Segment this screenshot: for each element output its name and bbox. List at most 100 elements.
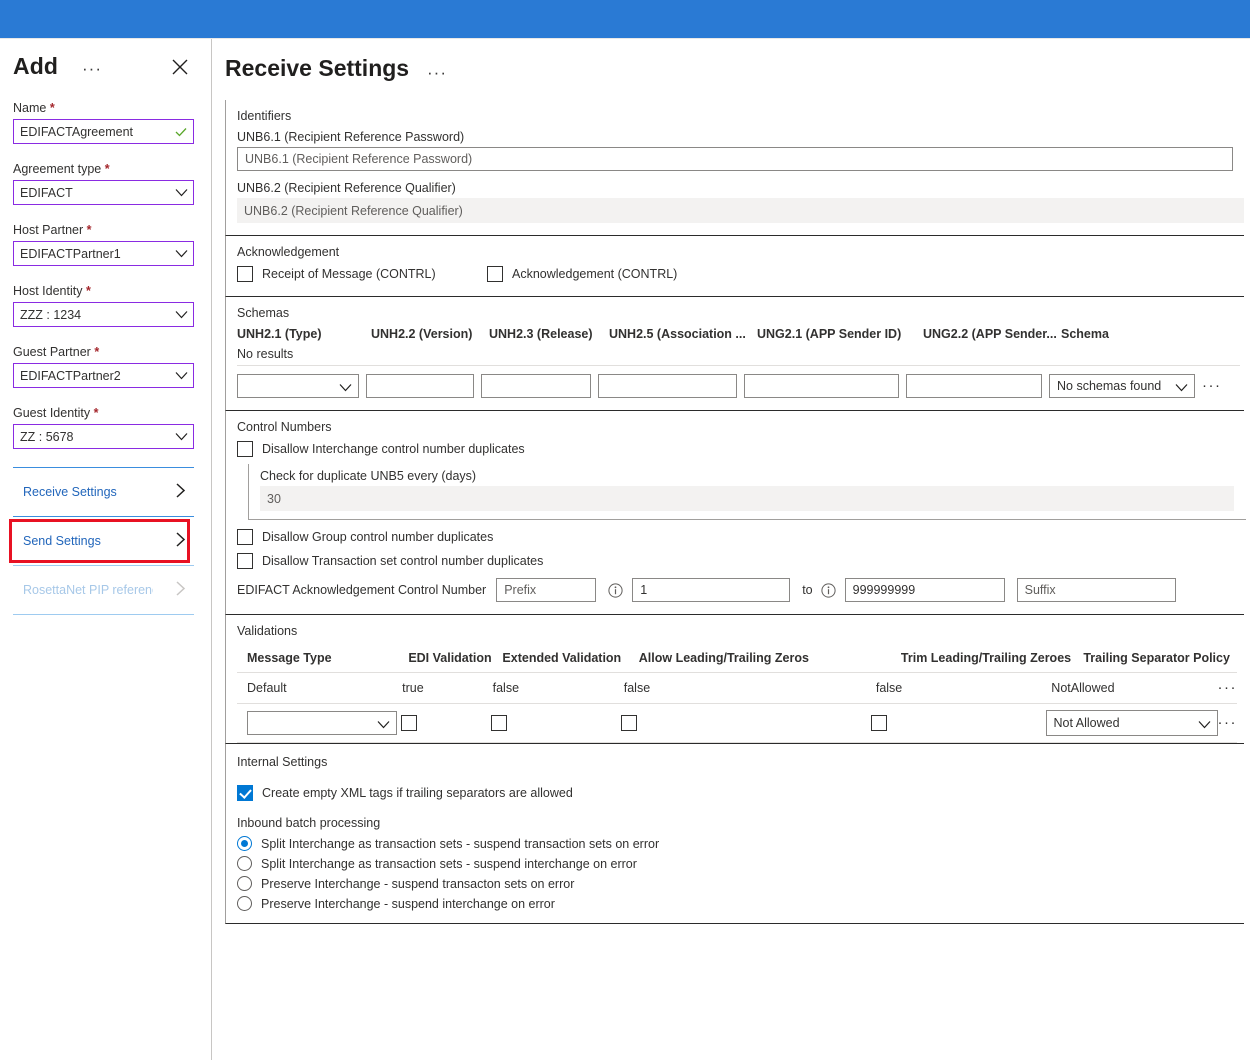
- unb61-input[interactable]: UNB6.1 (Recipient Reference Password): [237, 147, 1233, 171]
- panel-more-menu-icon[interactable]: ···: [427, 63, 447, 83]
- validations-col-edi-validation: EDI Validation: [408, 651, 492, 665]
- host-partner-select[interactable]: EDIFACTPartner1: [13, 241, 194, 266]
- chevron-down-icon: [377, 718, 390, 732]
- radio-preserve-suspend-transaction-sets[interactable]: [237, 876, 252, 891]
- label-text: Host Partner: [13, 223, 84, 237]
- chevron-right-icon: [175, 482, 186, 499]
- field-host-identity: Host Identity * ZZZ : 1234: [13, 284, 194, 327]
- unh22-input[interactable]: [366, 374, 474, 398]
- disallow-interchange-duplicates-row[interactable]: Disallow Interchange control number dupl…: [237, 441, 1244, 457]
- name-input-value: EDIFACTAgreement: [20, 124, 134, 139]
- sidebar-item-label: Send Settings: [23, 534, 101, 548]
- sidebar-item-send-settings[interactable]: Send Settings: [13, 517, 194, 565]
- ack-suffix-placeholder: Suffix: [1024, 583, 1056, 597]
- info-icon[interactable]: [821, 582, 836, 598]
- edit-extended-validation-checkbox[interactable]: [490, 715, 507, 731]
- acknowledgement-contrl-checkbox[interactable]: [487, 266, 503, 282]
- inbound-option-preserve-suspend-interchange[interactable]: Preserve Interchange - suspend interchan…: [237, 896, 1244, 911]
- validations-row-menu-icon[interactable]: ···: [1218, 680, 1238, 695]
- radio-label: Split Interchange as transaction sets - …: [261, 836, 660, 851]
- close-icon[interactable]: [170, 57, 190, 77]
- radio-split-suspend-transaction-sets[interactable]: [237, 836, 252, 851]
- create-empty-xml-tags-row[interactable]: Create empty XML tags if trailing separa…: [237, 785, 1244, 801]
- host-identity-select[interactable]: ZZZ : 1234: [13, 302, 194, 327]
- disallow-transaction-set-duplicates-label: Disallow Transaction set control number …: [262, 554, 544, 568]
- blade-more-menu-icon[interactable]: ···: [82, 59, 102, 79]
- required-marker: *: [94, 345, 100, 359]
- label-text: Guest Partner: [13, 345, 91, 359]
- acknowledgement-contrl-label: Acknowledgement (CONTRL): [512, 267, 678, 281]
- validations-edit-row-menu-icon[interactable]: ···: [1218, 715, 1238, 730]
- unb62-input[interactable]: UNB6.2 (Recipient Reference Qualifier): [237, 198, 1244, 223]
- section-schemas: Schemas UNH2.1 (Type) UNH2.2 (Version) U…: [225, 297, 1244, 411]
- name-input[interactable]: EDIFACTAgreement: [13, 119, 194, 144]
- ung22-input[interactable]: [906, 374, 1042, 398]
- validations-table: Message Type EDI Validation Extended Val…: [237, 645, 1237, 743]
- disallow-group-duplicates-checkbox[interactable]: [237, 529, 253, 545]
- unh25-input[interactable]: [598, 374, 737, 398]
- schemas-col-unh21: UNH2.1 (Type): [237, 327, 322, 341]
- sidebar-item-rosettanet-pip-reference[interactable]: RosettaNet PIP referenc: [13, 566, 194, 614]
- chevron-down-icon: [169, 188, 193, 197]
- chevron-down-icon: [339, 381, 352, 395]
- schemas-row-menu-icon[interactable]: ···: [1202, 378, 1222, 393]
- guest-identity-value: ZZ : 5678: [20, 429, 74, 444]
- receipt-of-message-label: Receipt of Message (CONTRL): [262, 267, 436, 281]
- create-empty-xml-tags-checkbox[interactable]: [237, 785, 253, 801]
- edit-trim-zeros-checkbox[interactable]: [871, 715, 888, 731]
- inbound-option-preserve-suspend-transaction-sets[interactable]: Preserve Interchange - suspend transacto…: [237, 876, 1244, 891]
- field-name: Name * EDIFACTAgreement: [13, 101, 194, 144]
- schemas-edit-row: No schemas found ···: [237, 366, 1244, 398]
- required-marker: *: [49, 101, 55, 115]
- chevron-down-icon: [169, 371, 193, 380]
- inbound-option-split-suspend-transaction-sets[interactable]: Split Interchange as transaction sets - …: [237, 836, 1244, 851]
- schemas-no-results: No results: [237, 345, 1240, 366]
- acknowledgement-contrl-row[interactable]: Acknowledgement (CONTRL): [487, 266, 677, 282]
- unh23-input[interactable]: [481, 374, 591, 398]
- receipt-of-message-checkbox[interactable]: [237, 266, 253, 282]
- ung21-input[interactable]: [744, 374, 899, 398]
- agreement-type-select[interactable]: EDIFACT: [13, 180, 194, 205]
- validations-table-header: Message Type EDI Validation Extended Val…: [237, 645, 1237, 672]
- ack-prefix-input[interactable]: Prefix: [496, 578, 597, 602]
- check-duplicate-unb5-group: Check for duplicate UNB5 every (days) 30: [248, 464, 1246, 520]
- field-label-agreement-type: Agreement type *: [13, 162, 194, 176]
- check-icon: [169, 125, 193, 139]
- disallow-interchange-duplicates-checkbox[interactable]: [237, 441, 253, 457]
- field-agreement-type: Agreement type * EDIFACT: [13, 162, 194, 205]
- azure-top-bar: [0, 0, 1250, 38]
- receipt-of-message-row[interactable]: Receipt of Message (CONTRL): [237, 266, 487, 282]
- edit-edi-validation-checkbox[interactable]: [401, 715, 418, 731]
- schema-select[interactable]: No schemas found: [1049, 374, 1195, 398]
- section-identifiers: Identifiers UNB6.1 (Recipient Reference …: [225, 100, 1244, 236]
- row-message-type: Default: [247, 681, 287, 695]
- radio-split-suspend-interchange[interactable]: [237, 856, 252, 871]
- section-control-numbers: Control Numbers Disallow Interchange con…: [225, 411, 1246, 615]
- field-label-host-partner: Host Partner *: [13, 223, 194, 237]
- page-title: Receive Settings: [225, 55, 410, 81]
- section-title-identifiers: Identifiers: [237, 109, 292, 123]
- field-label-guest-partner: Guest Partner *: [13, 345, 194, 359]
- inbound-option-split-suspend-interchange[interactable]: Split Interchange as transaction sets - …: [237, 856, 1244, 871]
- ack-control-number-label: EDIFACT Acknowledgement Control Number: [237, 583, 487, 597]
- guest-identity-select[interactable]: ZZ : 5678: [13, 424, 194, 449]
- radio-preserve-suspend-interchange[interactable]: [237, 896, 252, 911]
- edit-trailing-separator-policy-select[interactable]: Not Allowed: [1045, 710, 1218, 736]
- edit-message-type-select[interactable]: [247, 711, 397, 735]
- disallow-transaction-set-duplicates-checkbox[interactable]: [237, 553, 253, 569]
- ack-to-input[interactable]: 999999999: [844, 578, 1005, 602]
- edit-allow-zeros-checkbox[interactable]: [621, 715, 638, 731]
- disallow-transaction-set-duplicates-row[interactable]: Disallow Transaction set control number …: [237, 553, 1244, 569]
- unh21-select[interactable]: [237, 374, 359, 398]
- info-icon[interactable]: [608, 582, 623, 598]
- validations-col-trim-zeros: Trim Leading/Trailing Zeroes: [900, 651, 1072, 665]
- disallow-group-duplicates-row[interactable]: Disallow Group control number duplicates: [237, 529, 1244, 545]
- table-row[interactable]: Default true false false false NotAllowe…: [237, 672, 1237, 703]
- check-duplicate-unb5-input[interactable]: 30: [260, 486, 1234, 511]
- radio-label: Preserve Interchange - suspend interchan…: [261, 896, 555, 911]
- blade-title: Add: [13, 53, 59, 79]
- sidebar-item-receive-settings[interactable]: Receive Settings: [13, 468, 194, 516]
- ack-from-input[interactable]: 1: [632, 578, 791, 602]
- guest-partner-select[interactable]: EDIFACTPartner2: [13, 363, 194, 388]
- ack-suffix-input[interactable]: Suffix: [1016, 578, 1176, 602]
